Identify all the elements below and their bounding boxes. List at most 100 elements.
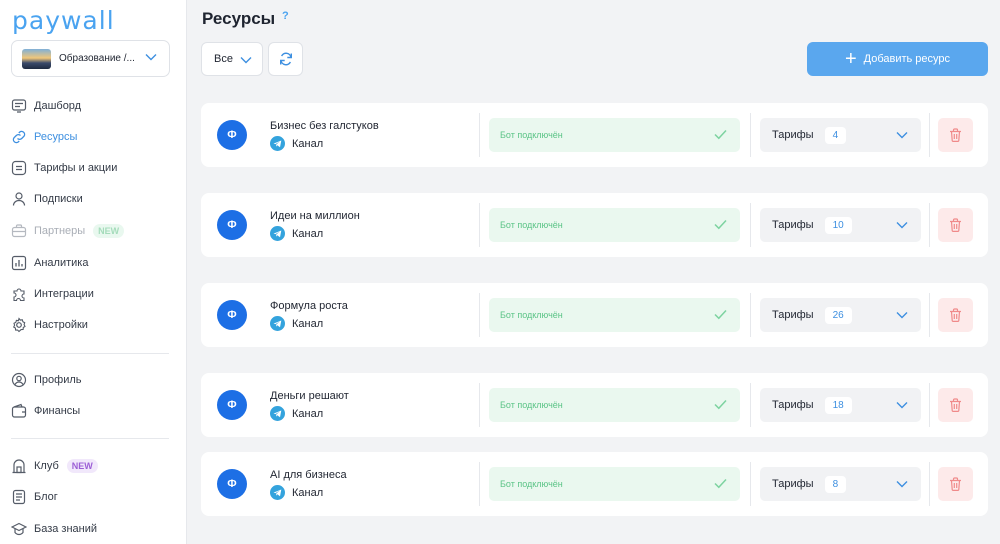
sidebar-item-integrations[interactable]: Интеграции [11, 284, 176, 304]
sidebar-item-label: Финансы [34, 405, 81, 417]
column-divider [750, 203, 751, 247]
workspace-selector[interactable]: Образование /... [11, 40, 170, 77]
sidebar-item-club[interactable]: Клуб NEW [11, 456, 176, 476]
chevron-down-icon [896, 312, 908, 319]
sidebar-item-resources[interactable]: Ресурсы [11, 127, 176, 147]
tariffs-count: 4 [824, 126, 847, 144]
sidebar-item-settings[interactable]: Настройки [11, 315, 176, 335]
add-resource-button[interactable]: + Добавить ресурс [807, 42, 988, 76]
delete-resource-button[interactable] [938, 298, 973, 332]
page-title: Ресурсы [202, 9, 276, 28]
club-icon [12, 459, 26, 474]
delete-resource-button[interactable] [938, 388, 973, 422]
resource-name[interactable]: Идеи на миллион [270, 210, 360, 222]
tariffs-dropdown[interactable]: Тарифы 18 [760, 388, 921, 422]
refresh-button[interactable] [268, 42, 303, 76]
resource-type: Канал [270, 136, 323, 151]
tariffs-icon [11, 160, 27, 176]
tariffs-dropdown[interactable]: Тарифы 10 [760, 208, 921, 242]
telegram-icon [270, 136, 285, 151]
resource-name[interactable]: Деньги решают [270, 390, 349, 402]
sidebar-divider [11, 353, 169, 354]
wallet-icon [11, 403, 27, 418]
resource-name[interactable]: Формула роста [270, 300, 348, 312]
resource-name[interactable]: AI для бизнеса [270, 469, 347, 481]
sidebar-item-label: Клуб [34, 460, 59, 472]
delete-resource-button[interactable] [938, 118, 973, 152]
tariffs-count: 26 [824, 306, 852, 324]
sidebar-item-blog[interactable]: Блог [11, 487, 176, 507]
sidebar-item-finance[interactable]: Финансы [11, 401, 176, 421]
sidebar-item-subscriptions[interactable]: Подписки [11, 189, 176, 209]
help-icon[interactable]: ? [282, 10, 289, 22]
sidebar-item-profile[interactable]: Профиль [11, 370, 176, 390]
bot-status-badge: Бот подключён [489, 118, 740, 152]
column-divider [929, 293, 930, 337]
briefcase-icon [11, 224, 27, 238]
resource-type-label: Канал [292, 137, 324, 150]
graduation-icon [11, 522, 27, 536]
sidebar-divider [11, 438, 169, 439]
column-divider [750, 113, 751, 157]
resource-card: Ф Бизнес без галстуков Канал Бот подключ… [201, 103, 988, 167]
tariffs-label: Тарифы [772, 399, 814, 411]
column-divider [929, 113, 930, 157]
delete-resource-button[interactable] [938, 467, 973, 501]
column-divider [750, 293, 751, 337]
profile-icon [11, 372, 27, 388]
check-icon [714, 219, 727, 230]
sidebar-item-dashboard[interactable]: Дашборд [11, 96, 176, 116]
column-divider [479, 462, 480, 506]
workspace-avatar [22, 48, 51, 69]
workspace-name: Образование /... [59, 53, 135, 64]
resource-filter-select[interactable]: Все [201, 42, 263, 76]
column-divider [750, 462, 751, 506]
resource-card: Ф Деньги решают Канал Бот подключён Тари… [201, 373, 988, 437]
tariffs-label: Тарифы [772, 478, 814, 490]
tariffs-dropdown[interactable]: Тарифы 4 [760, 118, 921, 152]
resource-type: Канал [270, 485, 323, 500]
tariffs-dropdown[interactable]: Тарифы 26 [760, 298, 921, 332]
new-badge: NEW [93, 224, 125, 238]
trash-icon [950, 308, 961, 322]
sidebar-item-label: Тарифы и акции [34, 162, 118, 174]
bot-status-badge: Бот подключён [489, 388, 740, 422]
resource-card: Ф AI для бизнеса Канал Бот подключён Тар… [201, 452, 988, 516]
sidebar-item-analytics[interactable]: Аналитика [11, 253, 176, 273]
tariffs-count: 8 [824, 475, 847, 493]
tariffs-label: Тарифы [772, 219, 814, 231]
sidebar: paywall Образование /... Дашборд Ресурсы… [0, 0, 187, 544]
telegram-icon [270, 226, 285, 241]
column-divider [750, 383, 751, 427]
check-icon [714, 478, 727, 489]
bot-status-label: Бот подключён [500, 220, 563, 230]
sidebar-item-tariffs[interactable]: Тарифы и акции [11, 158, 176, 178]
resource-card: Ф Формула роста Канал Бот подключён Тари… [201, 283, 988, 347]
chevron-down-icon [896, 132, 908, 139]
puzzle-icon [13, 288, 25, 302]
tariffs-label: Тарифы [772, 129, 814, 141]
refresh-icon [279, 52, 292, 66]
sidebar-item-label: Аналитика [34, 257, 89, 269]
app-logo[interactable]: paywall [12, 6, 115, 35]
column-divider [479, 203, 480, 247]
delete-resource-button[interactable] [938, 208, 973, 242]
resource-type-label: Канал [292, 227, 324, 240]
blog-icon [12, 489, 26, 505]
resource-type: Канал [270, 316, 323, 331]
sidebar-item-knowledge-base[interactable]: База знаний [11, 519, 176, 539]
column-divider [479, 293, 480, 337]
trash-icon [950, 218, 961, 232]
tariffs-dropdown[interactable]: Тарифы 8 [760, 467, 921, 501]
sidebar-item-partners[interactable]: Партнеры NEW [11, 221, 176, 241]
trash-icon [950, 398, 961, 412]
tariffs-count: 18 [824, 396, 852, 414]
resource-avatar: Ф [217, 300, 247, 330]
bot-status-badge: Бот подключён [489, 298, 740, 332]
column-divider [479, 383, 480, 427]
user-icon [12, 192, 26, 206]
bot-status-label: Бот подключён [500, 479, 563, 489]
resource-name[interactable]: Бизнес без галстуков [270, 120, 379, 132]
resource-type-label: Канал [292, 486, 324, 499]
sidebar-item-label: Ресурсы [34, 131, 78, 143]
